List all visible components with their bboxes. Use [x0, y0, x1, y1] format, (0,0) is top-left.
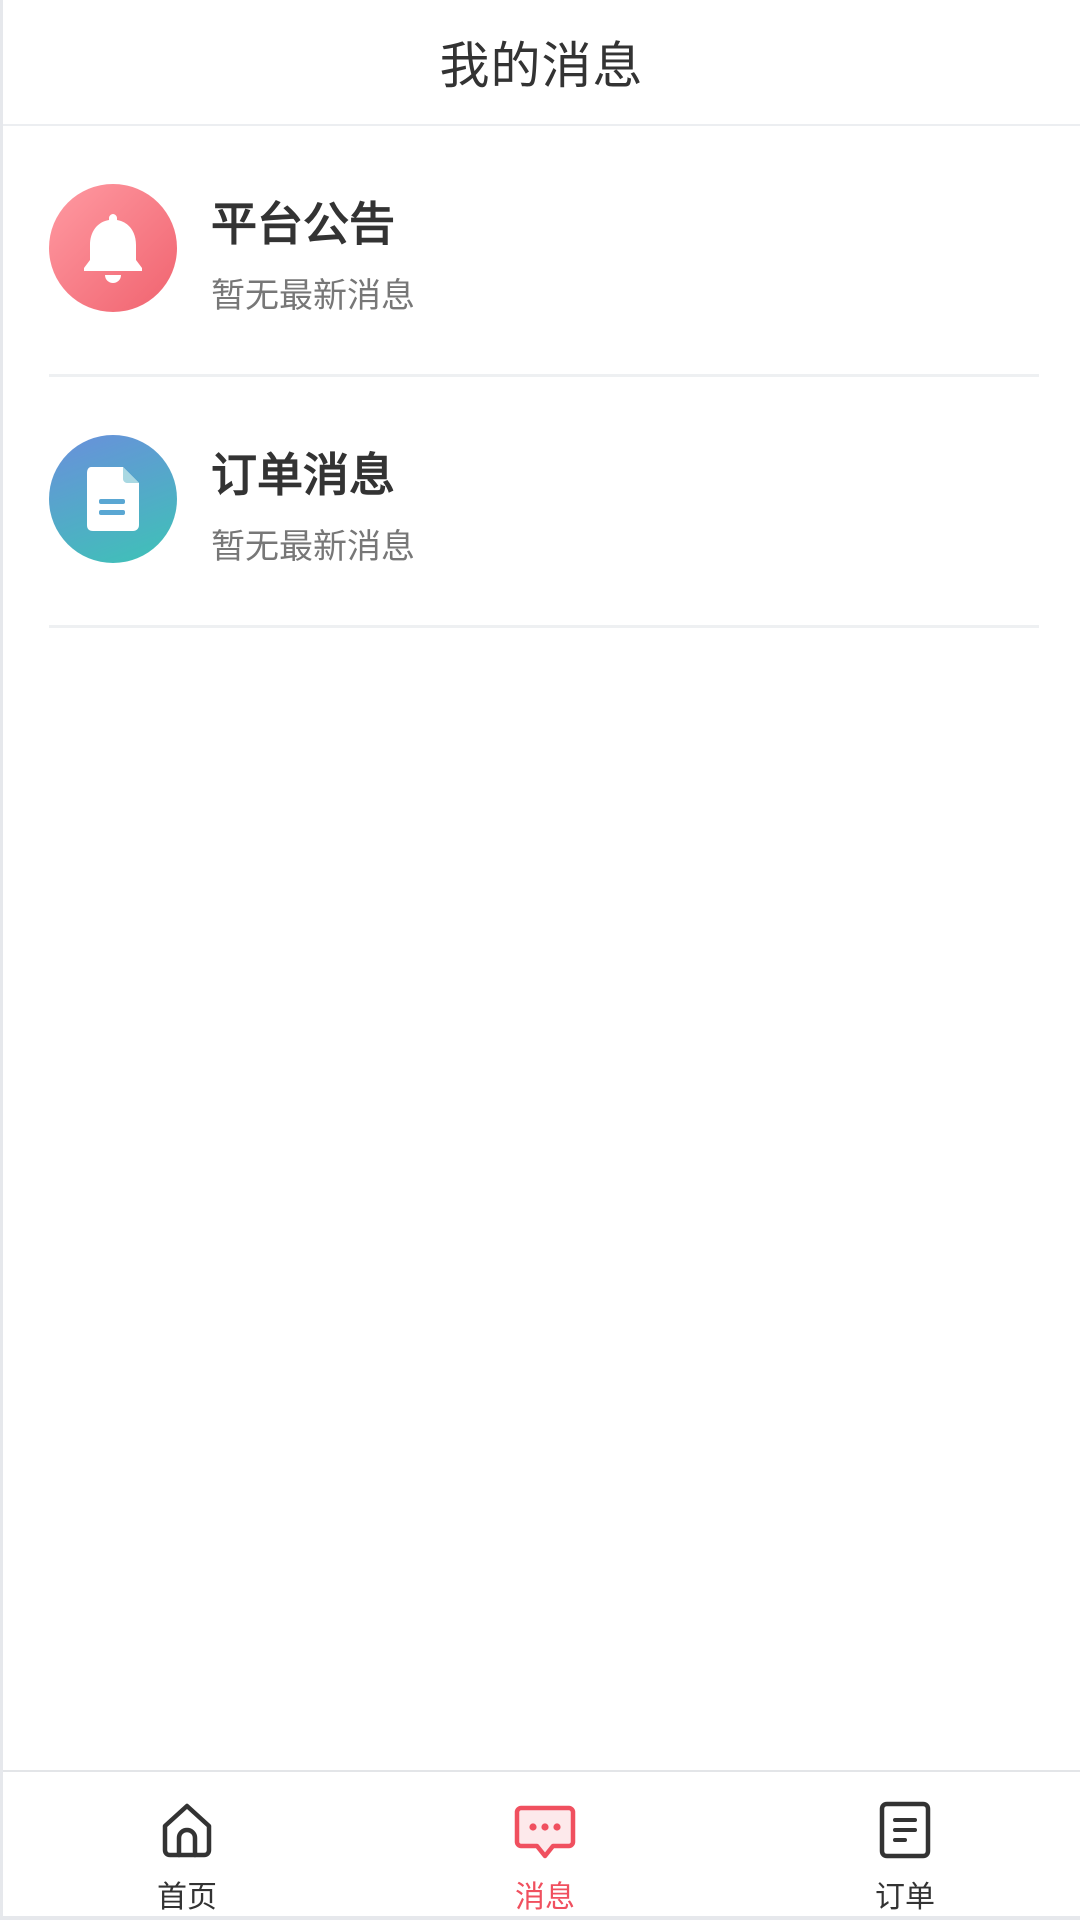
page-title: 我的消息: [439, 37, 644, 95]
message-title: 订单消息: [211, 448, 395, 502]
tab-label: 消息: [515, 1880, 575, 1915]
message-icon: [514, 1805, 576, 1859]
message-item-platform-announcement[interactable]: 平台公告 暂无最新消息: [49, 126, 1039, 377]
bottom-tab-bar: 首页 消息 订单: [3, 1770, 1080, 1918]
document-icon: [49, 435, 177, 563]
message-title: 平台公告: [211, 197, 395, 251]
tab-label: 订单: [875, 1880, 935, 1915]
order-icon: [879, 1801, 931, 1859]
tab-label: 首页: [157, 1880, 217, 1915]
message-list: 平台公告 暂无最新消息 订单消息 暂无最新消息: [49, 126, 1039, 628]
bell-icon: [49, 184, 177, 312]
home-icon: [162, 1803, 212, 1858]
tab-orders[interactable]: 订单: [825, 1772, 985, 1918]
tab-home[interactable]: 首页: [107, 1772, 267, 1918]
bottom-divider: [3, 1916, 1080, 1920]
page-header: 我的消息: [3, 0, 1080, 126]
message-item-order[interactable]: 订单消息 暂无最新消息: [49, 377, 1039, 628]
messages-page: 我的消息 平台公告 暂无最新消息 订单消息 暂无最新消息 首页 消息 订单: [0, 0, 1080, 1920]
message-subtitle: 暂无最新消息: [211, 276, 415, 316]
tab-messages[interactable]: 消息: [465, 1772, 625, 1918]
message-subtitle: 暂无最新消息: [211, 527, 415, 567]
